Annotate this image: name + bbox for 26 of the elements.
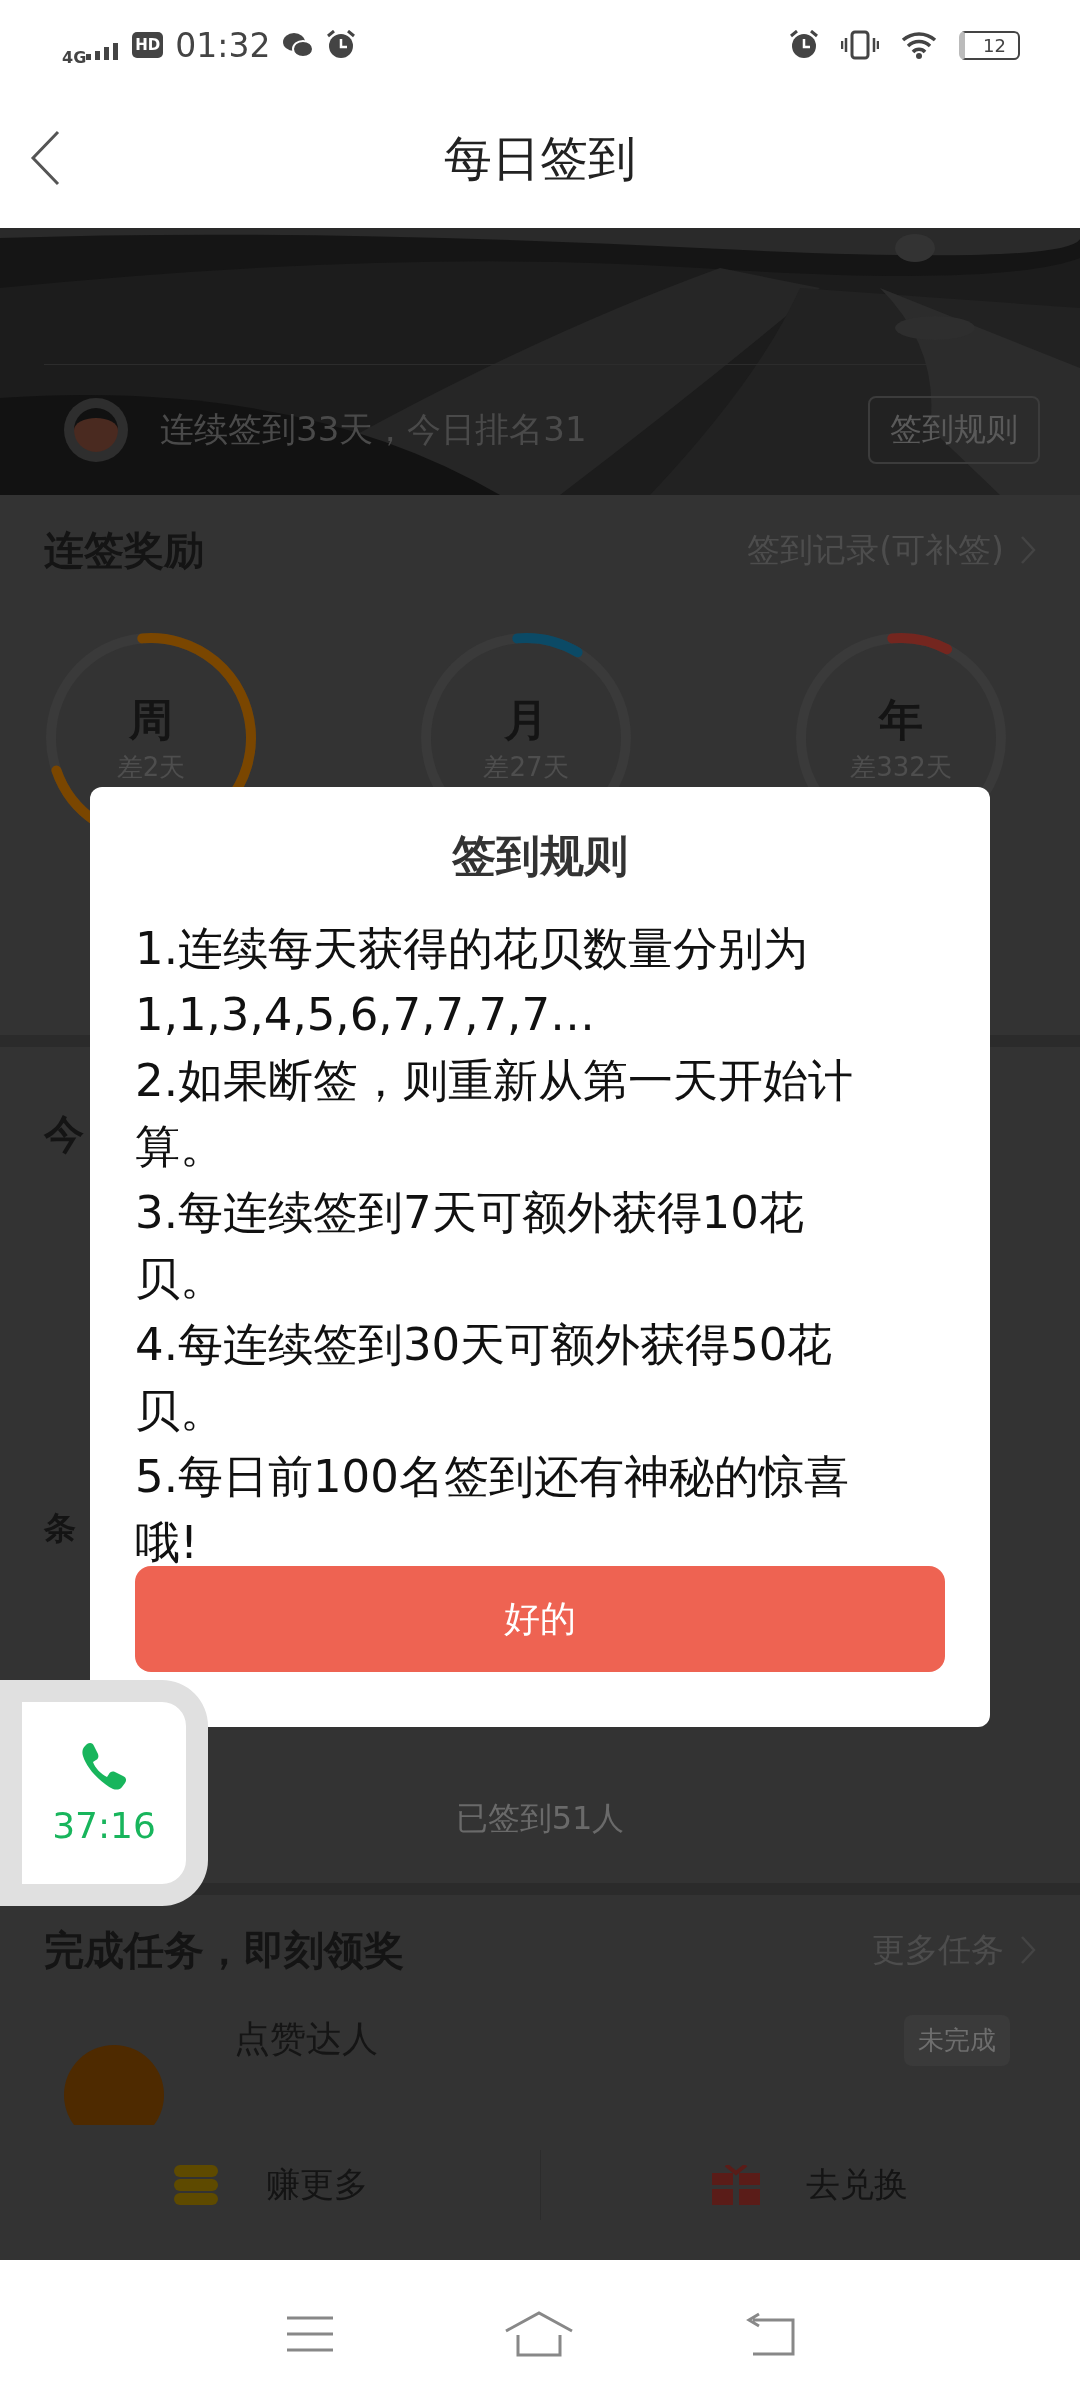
call-bubble[interactable]: 37:16: [0, 1680, 208, 1906]
back-icon[interactable]: [30, 130, 60, 186]
task-icon: [64, 2045, 164, 2125]
alarm-icon: [789, 30, 820, 60]
menu-icon[interactable]: [284, 2314, 335, 2354]
coins-icon: [171, 2165, 220, 2205]
dialog-title: 签到规则: [452, 829, 628, 883]
call-duration: 37:16: [52, 1804, 156, 1846]
phone-icon: [79, 1740, 129, 1791]
vibrate-icon: [841, 30, 880, 60]
alarm-icon: [326, 30, 357, 60]
network-type: 4G: [62, 47, 87, 67]
signal-icon: [86, 40, 121, 60]
rule-text: 3.每连续签到7天可额外获得10花贝。: [135, 1185, 805, 1307]
rule-text: 1.连续每天获得的花贝数量分别为1,1,3,4,5,6,7,7,7,7…: [135, 921, 809, 1043]
rule-text: 4.每连续签到30天可额外获得50花贝。: [135, 1317, 834, 1439]
chat-icon: [282, 31, 315, 59]
battery-indicator: 12: [959, 30, 1020, 60]
page-title: 每日签到: [444, 129, 636, 188]
home-icon[interactable]: [504, 2311, 574, 2357]
hd-badge: HD: [132, 32, 164, 58]
rule-text: 2.如果断签，则重新从第一天开始计算。: [135, 1053, 854, 1175]
ok-button[interactable]: 好的: [135, 1566, 945, 1672]
gift-icon: [712, 2165, 761, 2205]
wifi-icon: [901, 31, 938, 59]
clock-time: 01:32: [175, 25, 271, 65]
